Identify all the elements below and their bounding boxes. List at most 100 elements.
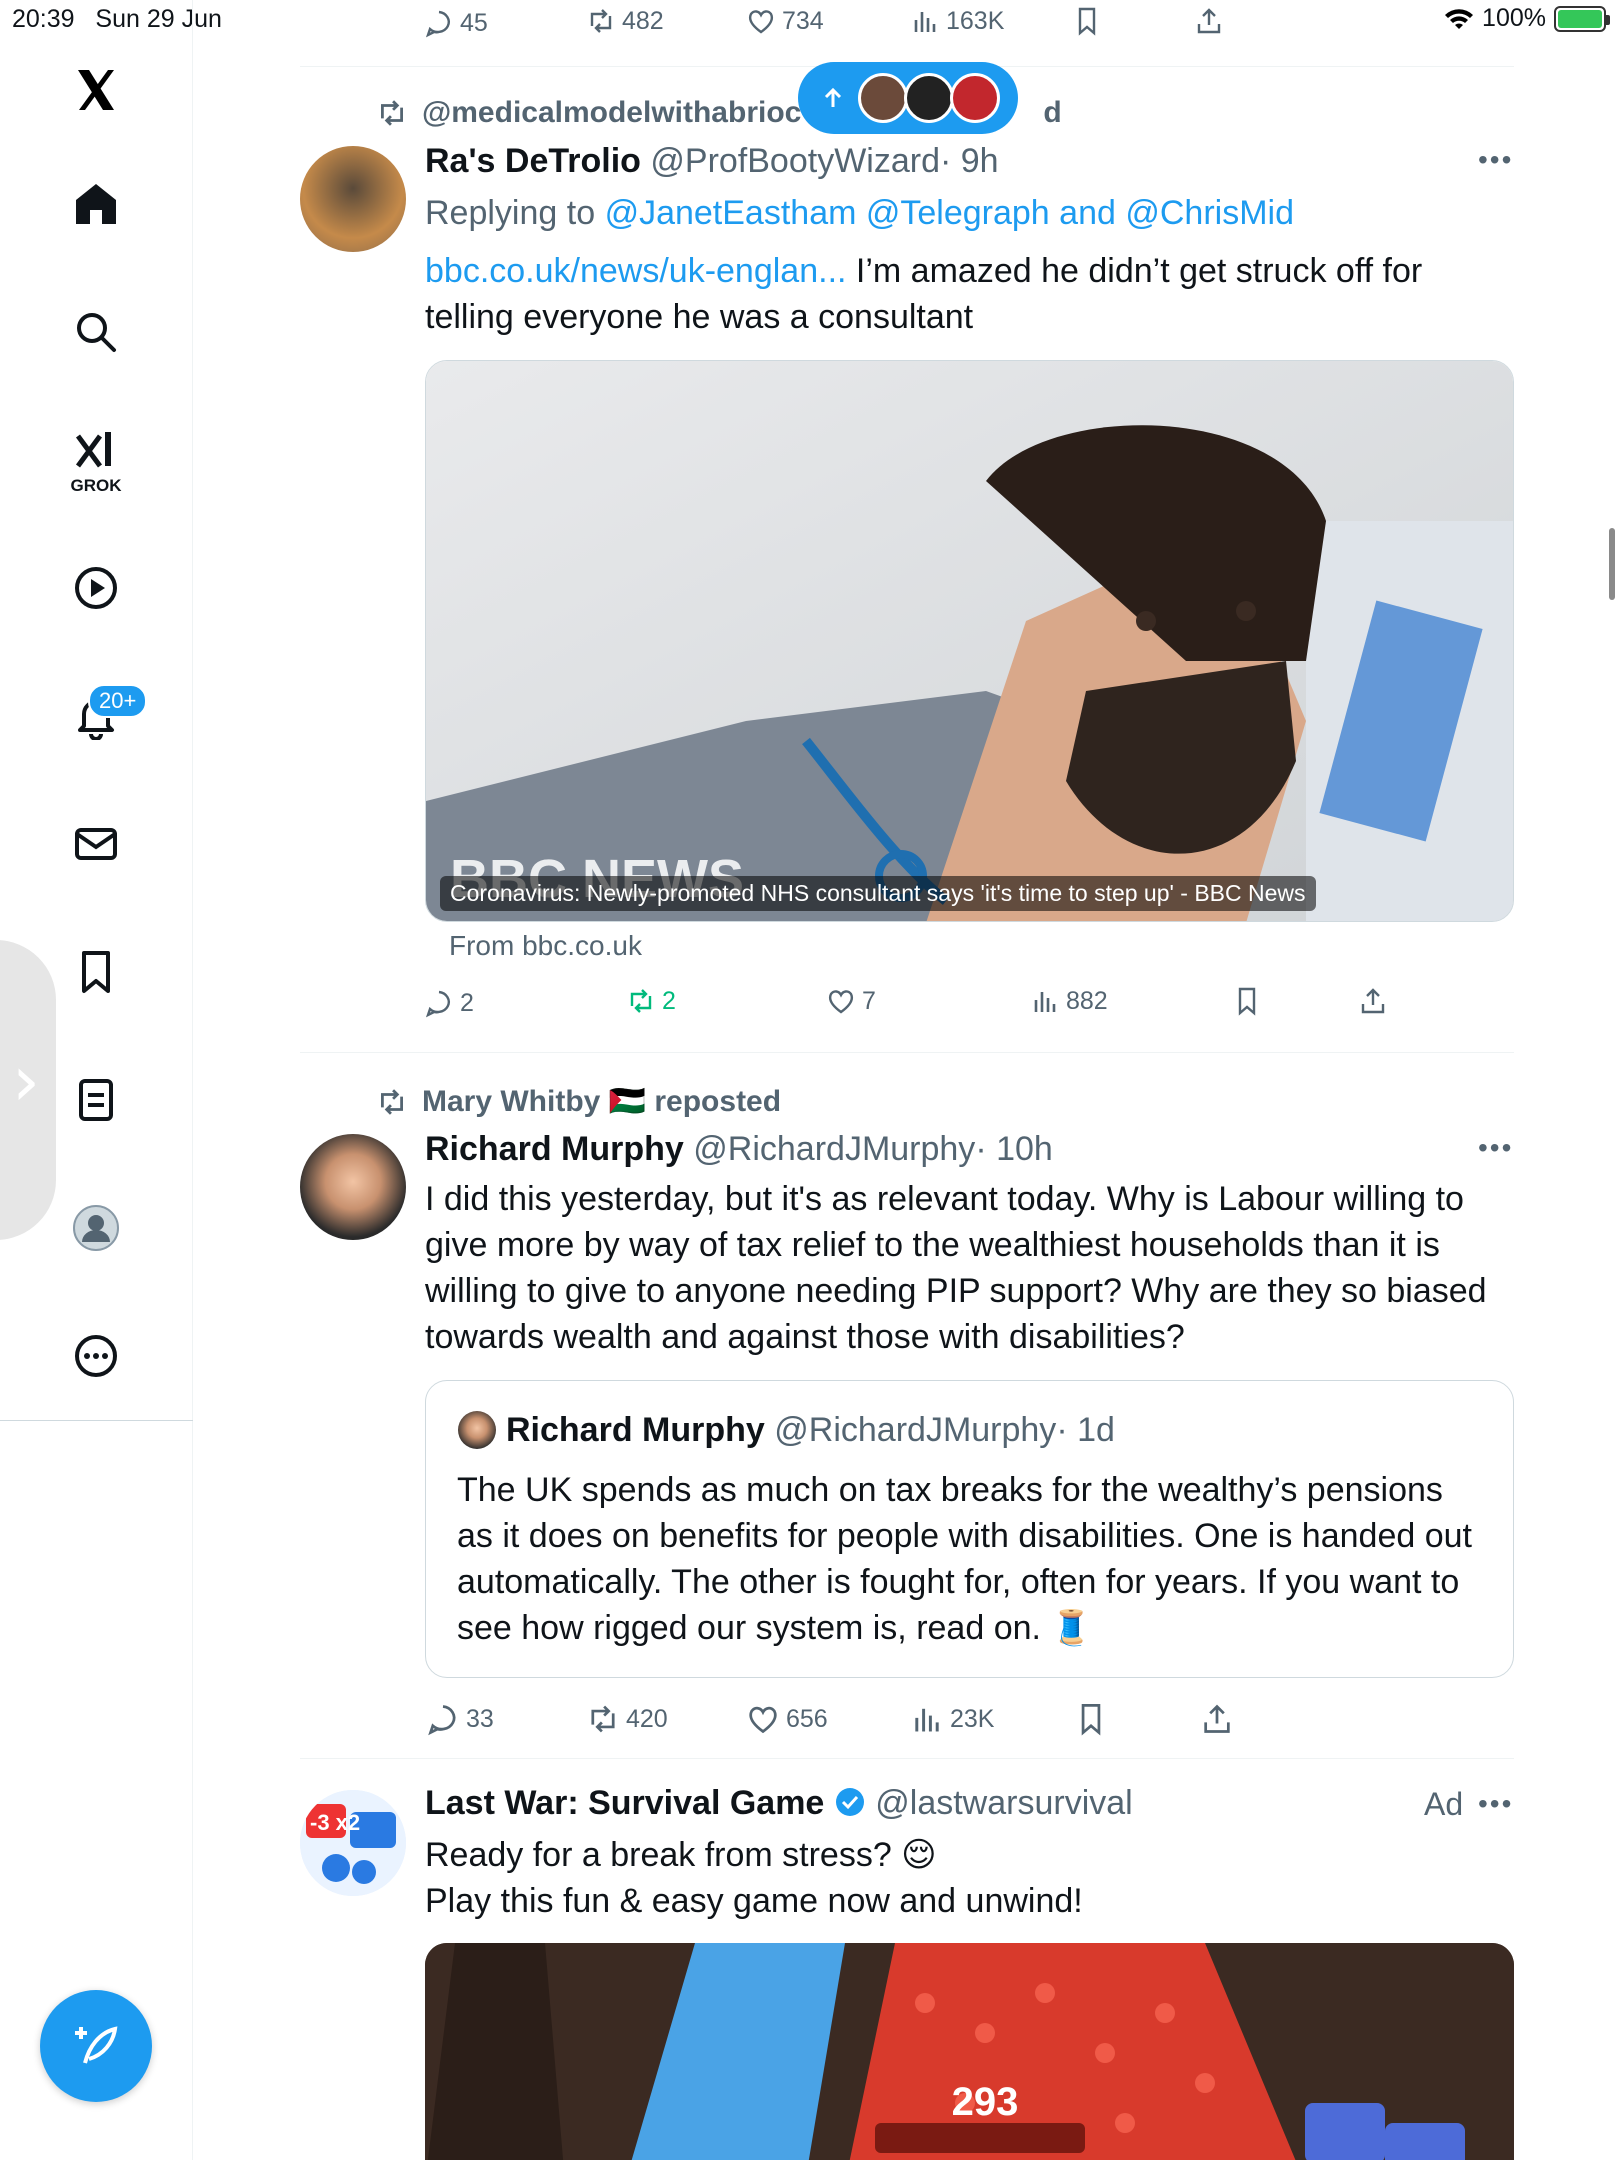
repost-action[interactable]: 482 [586, 6, 664, 36]
status-indicators: 100% [1444, 4, 1610, 33]
game-screenshot: 293 [425, 1943, 1514, 2160]
feather-plus-icon [75, 2026, 118, 2064]
reply-action[interactable]: 33 [426, 1702, 494, 1736]
quoted-tweet[interactable]: Richard Murphy @RichardJMurphy· 1d The U… [425, 1380, 1514, 1678]
reply-action[interactable]: 2 [424, 988, 474, 1018]
post-time[interactable]: · 10h [975, 1130, 1053, 1168]
reply-icon [428, 1705, 456, 1736]
author-name[interactable]: Richard Murphy [425, 1130, 684, 1168]
author-handle[interactable]: @lastwarsurvival [875, 1784, 1132, 1822]
x-logo-icon[interactable] [66, 60, 126, 120]
avatar[interactable] [300, 1134, 406, 1240]
tweet-divider [300, 1758, 1514, 1759]
card-photo: BBC NEWS [426, 361, 1513, 921]
author-name[interactable]: Last War: Survival Game [425, 1784, 824, 1822]
card-caption: Coronavirus: Newly-promoted NHS consulta… [440, 876, 1316, 911]
article-link[interactable]: bbc.co.uk/news/uk-englan... [425, 252, 846, 290]
bookmark-icon [1238, 987, 1256, 1016]
battery-icon [1554, 5, 1610, 32]
views-action[interactable]: 882 [1030, 986, 1108, 1016]
share-action[interactable] [1358, 986, 1388, 1016]
more-options-icon[interactable]: ••• [1478, 1132, 1513, 1164]
reposted-by-line: Mary Whitby 🇵🇸 reposted [376, 1084, 781, 1119]
more-options-icon[interactable]: ••• [1478, 1788, 1513, 1820]
repost-icon [381, 1088, 403, 1115]
sidebar-divider [0, 1420, 193, 1421]
search-icon[interactable] [66, 302, 126, 362]
grok-label: GROK [70, 476, 122, 495]
arrow-up-icon [824, 87, 842, 107]
bookmark-action[interactable] [1072, 6, 1102, 36]
like-action[interactable]: 656 [746, 1702, 828, 1736]
share-icon [1197, 8, 1221, 34]
tweet-body: bbc.co.uk/news/uk-englan... I’m amazed h… [425, 252, 1423, 336]
avatar[interactable]: -3 x2 [300, 1790, 406, 1896]
bookmarks-icon[interactable] [66, 942, 126, 1002]
replying-to: Replying to @JanetEastham @Telegraph and… [425, 194, 1294, 232]
like-action[interactable]: 7 [826, 986, 876, 1016]
avatar[interactable] [300, 146, 406, 252]
tweet-header: Last War: Survival Game @lastwarsurvival [425, 1784, 1133, 1823]
share-icon [1361, 988, 1385, 1014]
tweet-body: Ready for a break from stress? 😌 Play th… [425, 1836, 1083, 1920]
reposted-by-suffix: d [1043, 96, 1062, 129]
post-time[interactable]: · 9h [940, 142, 999, 180]
profile-avatar-icon[interactable] [66, 1198, 126, 1258]
more-options-icon[interactable] [66, 1326, 126, 1386]
lists-icon[interactable] [66, 1070, 126, 1130]
card-source[interactable]: From bbc.co.uk [449, 930, 642, 962]
author-handle[interactable]: @RichardJMurphy [693, 1130, 975, 1168]
reposted-by-name[interactable]: @medicalmodelwithabrioc [422, 96, 801, 130]
share-icon [1204, 1704, 1230, 1733]
game-score: 293 [952, 2080, 1019, 2124]
bookmark-action[interactable] [1074, 1702, 1108, 1736]
repost-action[interactable]: 2 [626, 986, 676, 1016]
share-action[interactable] [1194, 6, 1224, 36]
game-logo: -3 x2 [300, 1790, 406, 1896]
quote-author-handle: @RichardJMurphy [774, 1411, 1057, 1449]
repost-icon [630, 989, 652, 1013]
quote-header: Richard Murphy @RichardJMurphy· 1d [506, 1411, 1115, 1450]
share-action[interactable] [1200, 1702, 1234, 1736]
messages-mail-icon[interactable] [66, 814, 126, 874]
new-posts-pill[interactable] [798, 62, 1018, 134]
reply-icon [425, 10, 450, 38]
views-chart-icon [1034, 992, 1056, 1012]
views-action[interactable]: 163K [910, 6, 1004, 36]
notification-badge: 20+ [88, 684, 148, 718]
pill-avatar [904, 73, 954, 123]
quote-author-name: Richard Murphy [506, 1411, 765, 1449]
replying-to-handles[interactable]: @JanetEastham @Telegraph and @ChrisMid [605, 194, 1294, 232]
compose-post-button[interactable] [40, 1990, 152, 2102]
repost-icon [591, 1705, 615, 1733]
heart-icon [828, 990, 854, 1014]
bookmark-action[interactable] [1232, 986, 1262, 1016]
reply-action[interactable]: 45 [424, 8, 488, 38]
views-chart-icon [915, 1708, 939, 1732]
more-options-icon[interactable]: ••• [1478, 144, 1513, 176]
quote-avatar [458, 1411, 496, 1449]
wifi-icon [1445, 8, 1474, 29]
game-logo-text: -3 x2 [310, 1810, 360, 1835]
repost-action[interactable]: 420 [586, 1702, 668, 1736]
battery-percent: 100% [1482, 4, 1546, 32]
pill-avatar [950, 73, 1000, 123]
home-icon[interactable] [66, 174, 126, 234]
verified-badge-icon [835, 1788, 864, 1816]
link-card-image[interactable]: BBC NEWS [425, 360, 1514, 922]
tweet-header: Ra's DeTrolio @ProfBootyWizard· 9h [425, 142, 999, 181]
ad-media[interactable]: 293 [425, 1943, 1514, 2160]
tweet-body: I did this yesterday, but it's as releva… [425, 1180, 1487, 1356]
scrollbar-thumb[interactable] [1609, 528, 1615, 600]
bookmark-icon [1081, 1704, 1101, 1736]
like-action[interactable]: 734 [746, 6, 824, 36]
views-action[interactable]: 23K [910, 1702, 994, 1736]
bookmark-icon [1078, 7, 1096, 36]
author-handle[interactable]: @ProfBootyWizard [650, 142, 940, 180]
video-play-icon[interactable] [66, 558, 126, 618]
ad-label: Ad [1424, 1786, 1464, 1822]
grok-icon[interactable] [66, 420, 126, 480]
reply-icon [425, 990, 450, 1018]
author-name[interactable]: Ra's DeTrolio [425, 142, 641, 180]
reposted-by-name[interactable]: Mary Whitby 🇵🇸 reposted [422, 1084, 781, 1119]
